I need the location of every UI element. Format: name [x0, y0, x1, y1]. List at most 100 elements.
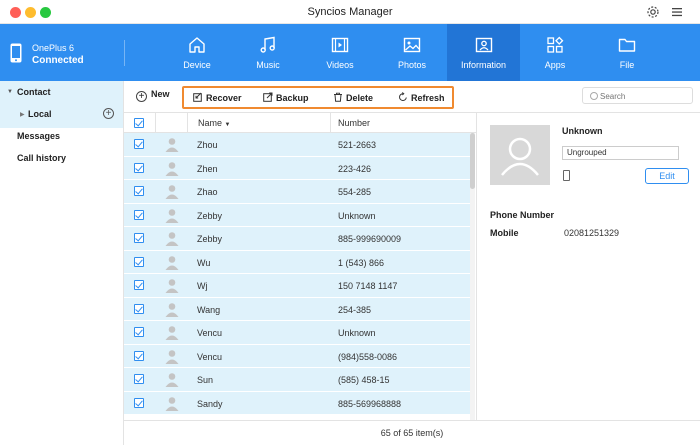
row-checkbox[interactable]	[134, 186, 144, 196]
contact-number-cell: Unknown	[338, 210, 376, 221]
table-row[interactable]: Wang 254-385	[124, 297, 470, 321]
row-checkbox[interactable]	[134, 397, 144, 408]
table-row[interactable]: Zebby 885-999690009	[124, 227, 470, 251]
add-group-icon[interactable]: +	[103, 108, 114, 119]
edit-button[interactable]: Edit	[645, 168, 689, 184]
contact-number-cell: 885-999690009	[338, 234, 402, 244]
delete-button[interactable]: Delete	[333, 92, 373, 103]
contact-name-cell: Wj	[197, 281, 208, 291]
contact-name-cell: Zebby	[197, 210, 223, 221]
caret-right-icon[interactable]: ▶	[20, 111, 25, 118]
scrollbar-thumb[interactable]	[470, 133, 475, 189]
contact-avatar-icon	[165, 396, 179, 411]
contact-number-cell: Unknown	[338, 328, 376, 338]
trash-icon	[334, 92, 342, 102]
refresh-label: Refresh	[411, 93, 445, 103]
new-button-label: New	[151, 89, 170, 99]
tab-music[interactable]: Music	[234, 24, 302, 81]
table-row[interactable]: Sun (585) 458-15	[124, 368, 470, 392]
window-title: Syncios Manager	[307, 6, 393, 18]
contact-avatar-icon	[165, 185, 179, 199]
backup-button[interactable]: Backup	[263, 92, 309, 103]
row-checkbox[interactable]	[134, 280, 144, 290]
refresh-button[interactable]: Refresh	[398, 92, 445, 103]
menu-icon[interactable]	[670, 5, 684, 19]
column-header-name[interactable]: Name ▼	[198, 118, 230, 128]
contact-avatar-icon	[165, 349, 179, 364]
table-scrollbar[interactable]	[470, 133, 475, 420]
table-row[interactable]: Wj 150 7148 1147	[124, 274, 470, 298]
nav-divider	[124, 40, 125, 66]
table-row[interactable]: Zhou 521-2663	[124, 133, 470, 157]
table-header: Name ▼ Number	[124, 113, 476, 133]
delete-label: Delete	[346, 93, 374, 103]
tab-videos[interactable]: Videos	[305, 24, 375, 81]
apps-icon	[547, 36, 564, 53]
tab-file[interactable]: File	[592, 24, 662, 81]
contact-avatar-icon	[165, 302, 179, 317]
sidebar: ▼ Contact ▶ Local + Messages Call histor…	[0, 81, 124, 445]
contact-name-cell: Vencu	[197, 328, 223, 338]
row-checkbox[interactable]	[134, 350, 144, 361]
sort-desc-icon: ▼	[224, 122, 231, 128]
contact-number-cell: 150 7148 1147	[338, 281, 398, 291]
search-icon	[590, 92, 598, 100]
group-field[interactable]: Ungrouped	[562, 146, 679, 160]
contact-number-cell: 1 (543) 866	[338, 257, 385, 268]
contact-avatar-icon	[165, 161, 179, 176]
video-icon	[331, 37, 349, 53]
tab-photos[interactable]: Photos	[377, 24, 447, 81]
tab-label: File	[619, 60, 635, 70]
row-checkbox[interactable]	[134, 303, 144, 314]
table-row[interactable]: Zebby Unknown	[124, 203, 470, 227]
row-checkbox[interactable]	[134, 209, 144, 220]
contact-name-cell: Vencu	[197, 351, 223, 362]
contact-number-cell: 521-2663	[338, 140, 377, 150]
table-row[interactable]: Vencu (984)558-0086	[124, 344, 470, 368]
search-input[interactable]	[600, 90, 688, 102]
select-all-checkbox[interactable]	[134, 118, 144, 128]
sidebar-item-messages[interactable]: Messages	[17, 131, 60, 141]
sidebar-item-call-history[interactable]: Call history	[17, 153, 66, 163]
row-checkbox[interactable]	[134, 233, 144, 243]
item-count: 65 of 65 item(s)	[380, 428, 444, 438]
plus-icon: +	[136, 91, 147, 102]
sidebar-item-contact[interactable]: ▼ Contact ▶ Local +	[0, 81, 123, 128]
device-info[interactable]: OnePlus 6 Connected	[0, 24, 124, 81]
caret-down-icon[interactable]: ▼	[7, 89, 13, 95]
tab-information[interactable]: Information	[447, 24, 520, 81]
toolbar: + New Recover Backup Delete Refresh	[124, 81, 700, 113]
row-checkbox[interactable]	[134, 162, 144, 173]
tab-device[interactable]: Device	[163, 24, 231, 81]
row-checkbox[interactable]	[134, 374, 144, 384]
gear-icon[interactable]	[646, 5, 660, 19]
app-window: Syncios Manager OnePlus 6 Connected Devi…	[0, 0, 700, 445]
sidebar-item-local[interactable]: Local	[28, 109, 52, 119]
row-checkbox[interactable]	[134, 327, 144, 337]
row-checkbox[interactable]	[134, 256, 144, 267]
table-row[interactable]: Sandy 885-569968888	[124, 391, 470, 415]
search-box[interactable]	[582, 87, 693, 104]
contact-avatar	[490, 125, 550, 185]
table-row[interactable]: Wu 1 (543) 866	[124, 250, 470, 274]
tab-apps[interactable]: Apps	[520, 24, 590, 81]
contact-avatar-icon	[165, 208, 179, 223]
tab-label: Photos	[397, 60, 427, 70]
backup-icon	[263, 92, 273, 102]
row-checkbox[interactable]	[134, 139, 144, 149]
contact-name-cell: Wu	[197, 257, 211, 268]
contact-name-cell: Zhen	[197, 163, 218, 174]
table-row[interactable]: Zhen 223-426	[124, 156, 470, 180]
table-row[interactable]: Vencu Unknown	[124, 321, 470, 345]
column-header-name-label: Name	[198, 118, 223, 128]
refresh-icon	[399, 92, 407, 101]
contact-number-cell: 223-426	[338, 163, 372, 174]
table-row[interactable]: Zhao 554-285	[124, 180, 470, 204]
new-button[interactable]: + New	[136, 89, 170, 105]
column-header-number[interactable]: Number	[338, 118, 370, 128]
contact-name-cell: Sandy	[197, 398, 223, 409]
contact-card-icon	[475, 37, 492, 53]
recover-button[interactable]: Recover	[193, 92, 242, 103]
mobile-value: 02081251329	[564, 228, 620, 238]
contact-number-cell: (984)558-0086	[338, 351, 398, 362]
